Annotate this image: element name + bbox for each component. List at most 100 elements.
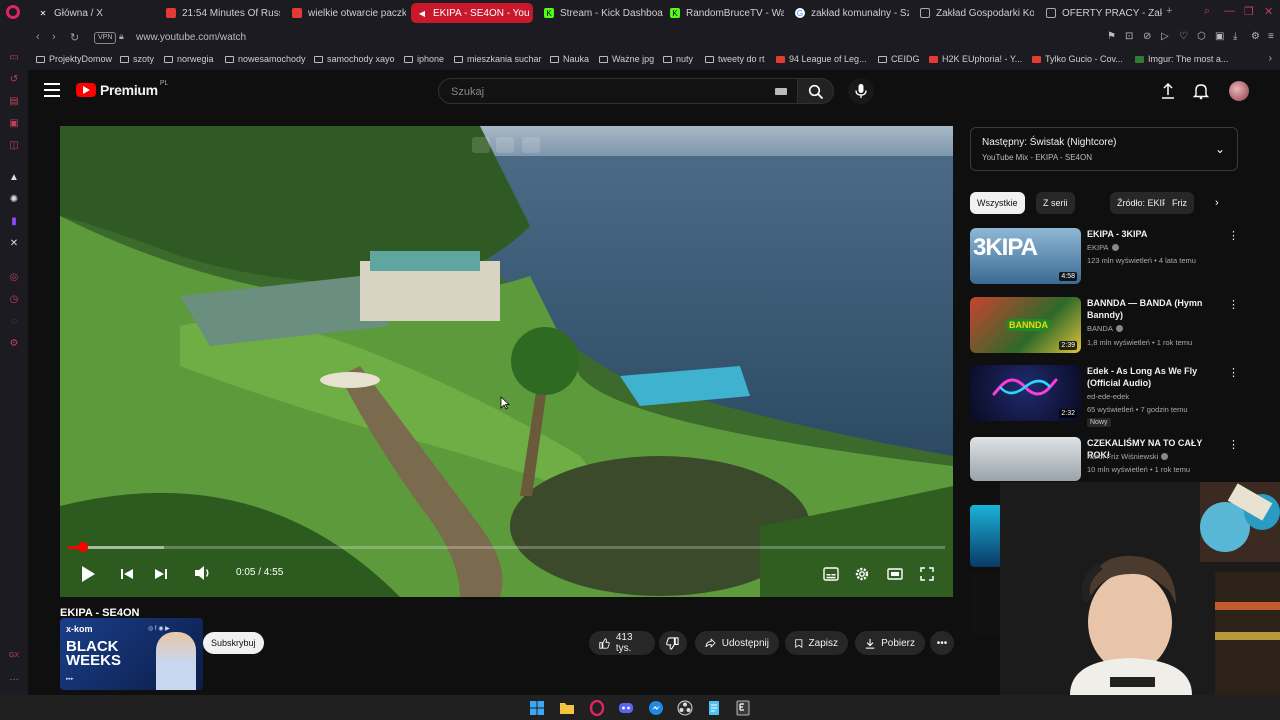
browser-tab-doc-1[interactable]: Zakład Gospodarki Komu [914,3,1034,23]
more-vertical-icon[interactable]: ⋮ [1228,438,1239,451]
notifications-bell-icon[interactable] [1192,82,1210,100]
chip-series[interactable]: Z serii [1036,192,1075,214]
bookmark-folder[interactable]: nuty [663,54,693,64]
browser-tab-x[interactable]: ✕ Główna / X [32,3,157,23]
fullscreen-icon[interactable] [920,567,934,581]
scrubber-handle[interactable] [77,542,88,552]
partial-thumbnail[interactable] [970,572,1000,634]
recommendation-item[interactable]: 3KIPA 4:58 EKIPA - 3KIPA EKIPA 123 mln w… [970,228,1250,288]
settings-sidebar-icon[interactable]: ⚙ [8,338,20,350]
notepad-icon[interactable] [706,700,722,716]
bookmark-link[interactable]: H2K EUphoria! - Y... [929,54,1022,64]
opera-gx-icon[interactable] [589,700,605,716]
bookmark-folder[interactable]: tweety do rt [705,54,765,64]
more-vertical-icon[interactable]: ⋮ [1228,298,1239,311]
gx-icon[interactable]: GX [8,650,20,662]
new-tab-icon[interactable]: + [1166,5,1172,17]
rec-title[interactable]: BANNDA — BANDA (Hymn Banndy) [1087,297,1217,321]
volume-icon[interactable] [194,565,212,581]
search-button[interactable] [798,78,834,104]
save-button[interactable]: Zapisz [785,631,848,655]
browser-tab-google[interactable]: G zakład komunalny - Szuk [789,3,909,23]
close-window-icon[interactable]: ✕ [1264,5,1273,18]
messenger-taskbar-icon[interactable] [648,700,664,716]
extensions-icon[interactable]: ⬡ [1197,31,1206,42]
video-thumbnail[interactable] [970,437,1081,481]
heart-icon[interactable]: ♡ [1179,31,1188,42]
bookmark-folder[interactable]: nowesamochody [225,54,306,64]
more-actions-button[interactable]: ••• [930,631,954,655]
bookmark-link[interactable]: 94 League of Leg... [776,54,867,64]
more-vertical-icon[interactable]: ⋮ [1228,366,1239,379]
player-sidebar-icon[interactable]: ◎ [8,272,20,284]
back-icon[interactable]: ‹ [36,31,40,43]
menu-icon[interactable]: ≡ [1268,31,1274,42]
bookmark-folder[interactable]: CEIDG [878,54,920,64]
browser-tab-active[interactable]: ◀ EKIPA - SE4ON - You [411,3,533,23]
bookmark-icon[interactable]: ⚑ [1107,31,1116,42]
bulb-icon[interactable]: ◌ [8,316,20,328]
rec-channel[interactable]: EKIPA [1087,243,1119,252]
recommendation-item[interactable]: CZEKALIŚMY NA TO CAŁY ROK! Karol Friz Wi… [970,437,1250,481]
next-icon[interactable] [154,567,168,581]
rec-channel[interactable]: BANDA [1087,324,1123,333]
skip-ad-button[interactable] [522,137,540,153]
maximize-icon[interactable]: ❐ [1244,5,1254,18]
settings-gear-icon[interactable] [854,566,870,582]
theater-mode-icon[interactable] [887,567,903,581]
bookmark-folder[interactable]: samochody xayo [314,54,395,64]
previous-icon[interactable] [120,567,134,581]
epic-games-icon[interactable] [735,700,751,716]
search-input[interactable] [449,82,773,102]
chip-all[interactable]: Wszystkie [970,192,1025,214]
bookmarks-more-icon[interactable]: › [1269,53,1272,64]
video-progress-bar[interactable] [68,542,945,552]
history-icon[interactable]: ↺ [8,74,20,86]
bookmark-folder[interactable]: ProjektyDomow [36,54,112,64]
home-icon[interactable]: ▭ [8,52,20,64]
download-icon[interactable]: ⤓ [1233,31,1237,42]
chatgpt-icon[interactable]: ✺ [8,194,20,206]
search-tabs-icon[interactable]: ⌕ [1204,5,1210,18]
x-sidebar-icon[interactable]: ✕ [8,238,20,250]
voice-search-button[interactable] [848,78,874,104]
bookmark-folder[interactable]: mieszkania suchar [454,54,542,64]
easy-setup-icon[interactable]: ⚙ [1251,31,1260,42]
opera-logo-icon[interactable] [6,5,20,19]
instagram-icon[interactable]: ◫ [8,140,20,152]
chips-next-arrow-icon[interactable]: › [1215,197,1219,209]
adblock-icon[interactable]: ⊘ [1143,31,1151,42]
rec-title[interactable]: Edek - As Long As We Fly (Official Audio… [1087,365,1217,389]
bookmark-link[interactable]: Tylko Gucio - Cov... [1032,54,1123,64]
keyboard-icon[interactable] [775,88,787,95]
wallet-icon[interactable]: ▣ [1215,31,1224,42]
messenger-icon[interactable]: ▣ [8,118,20,130]
chip-friz[interactable]: Friz [1165,192,1194,214]
browser-tab-kick-1[interactable]: K Stream - Kick Dashboard [538,3,663,23]
twitch-icon[interactable]: ▮ [8,216,20,228]
reload-icon[interactable]: ↻ [70,31,79,44]
obs-icon[interactable] [677,700,693,716]
bookmark-link[interactable]: Imgur: The most a... [1135,54,1228,64]
minimize-icon[interactable]: — [1224,5,1235,17]
browser-tab-youtube-1[interactable]: 21:54 Minutes Of Russian [160,3,280,23]
wallet-sidebar-icon[interactable]: ▤ [8,96,20,108]
play-icon[interactable] [78,564,98,584]
bookmark-folder[interactable]: iphone [404,54,444,64]
bookmark-folder[interactable]: norwegia [164,54,214,64]
like-button[interactable]: 413 tys. [589,631,655,655]
video-thumbnail[interactable]: BANNDA 2:39 [970,297,1081,353]
player-icon[interactable]: ▷ [1161,31,1169,42]
clock-icon[interactable]: ◷ [8,294,20,306]
subscribe-button[interactable]: Subskrybuj [203,632,264,654]
download-button[interactable]: Pobierz [855,631,925,655]
sidebar-more-icon[interactable]: … [8,672,20,684]
video-thumbnail[interactable]: 3KIPA 4:58 [970,228,1081,284]
discord-icon[interactable] [618,700,634,716]
lock-icon[interactable]: 🔒︎ [119,31,124,42]
file-explorer-icon[interactable] [559,700,575,716]
miniplayer-button[interactable] [472,137,490,153]
vpn-badge[interactable]: VPN [94,32,117,44]
recommendation-item[interactable]: BANNDA 2:39 BANNDA — BANDA (Hymn Banndy)… [970,297,1250,357]
chevron-down-icon[interactable]: ⌄ [1215,142,1225,156]
